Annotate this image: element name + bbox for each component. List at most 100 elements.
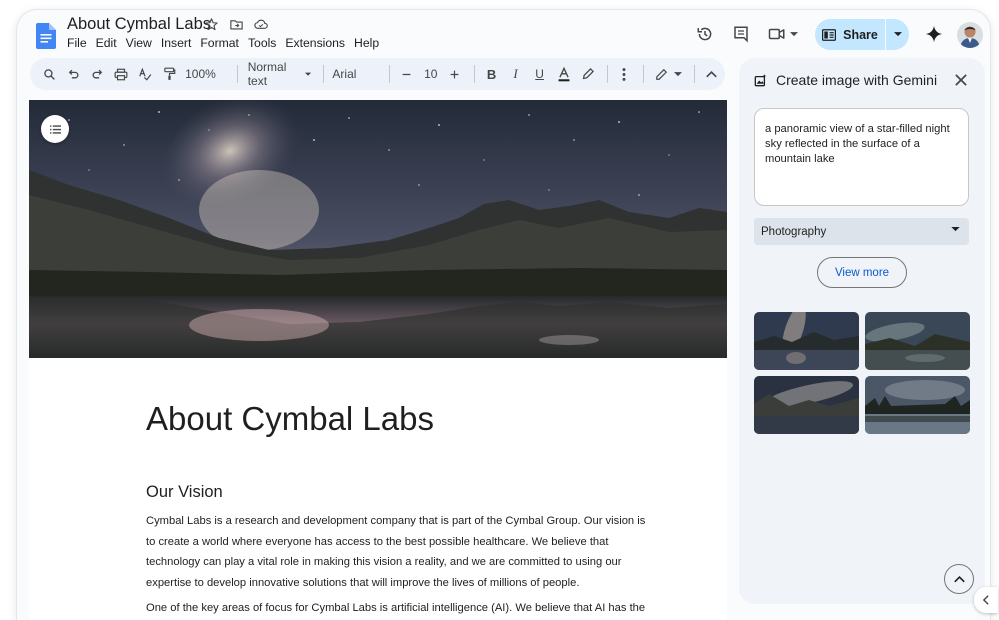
meet-button[interactable] <box>765 21 801 47</box>
paragraph-line: Cymbal Labs is a research and developmen… <box>146 515 646 527</box>
image-prompt-input[interactable]: a panoramic view of a star-filled night … <box>754 108 969 206</box>
paragraph-line: to create a world where everyone has acc… <box>146 535 609 548</box>
editing-mode-button[interactable] <box>650 62 686 86</box>
toolbar-divider <box>643 65 645 83</box>
scroll-to-top-button[interactable] <box>944 564 974 594</box>
italic-button[interactable]: I <box>505 62 527 86</box>
share-label: Share <box>843 27 878 42</box>
menu-tools[interactable]: Tools <box>248 36 281 50</box>
paragraph-style-select[interactable]: Normal text <box>244 60 315 88</box>
document-subheading: Our Vision <box>146 483 223 501</box>
toolbar-divider <box>388 65 390 83</box>
menu-extensions[interactable]: Extensions <box>285 36 350 50</box>
more-options-button[interactable] <box>613 62 635 86</box>
redo-icon <box>92 69 102 79</box>
gemini-button[interactable] <box>922 22 946 46</box>
hero-image[interactable] <box>29 100 727 358</box>
outline-list-icon <box>49 124 61 134</box>
paragraph-line: technology can play a vital role in maki… <box>146 556 622 569</box>
toolbar-divider <box>473 65 475 83</box>
meet-icon <box>768 28 785 40</box>
view-more-button[interactable]: View more <box>817 257 907 288</box>
toolbar-divider <box>606 65 608 83</box>
avatar[interactable] <box>957 22 983 48</box>
generated-image-1[interactable] <box>754 312 859 370</box>
minus-icon <box>402 73 411 75</box>
menu-format[interactable]: Format <box>200 36 244 50</box>
font-value: Arial <box>332 67 357 81</box>
gemini-sparkle-icon <box>925 25 943 43</box>
chevron-down-icon <box>951 227 960 232</box>
panel-header: Create image with Gemini <box>754 72 937 88</box>
print-button[interactable] <box>110 62 132 86</box>
menu-help[interactable]: Help <box>354 36 384 50</box>
generated-image-3[interactable] <box>754 376 859 434</box>
spellcheck-icon <box>139 67 152 81</box>
menu-view[interactable]: View <box>126 36 157 50</box>
toolbar-divider <box>694 65 695 83</box>
star-icon[interactable] <box>203 16 219 32</box>
font-size-input[interactable]: 10 <box>420 62 442 86</box>
text-color-icon <box>558 66 570 81</box>
bold-button[interactable]: B <box>481 62 503 86</box>
zoom-value: 100% <box>185 67 216 81</box>
meet-caret-icon <box>790 31 798 36</box>
chevron-up-icon <box>706 70 718 77</box>
italic-icon: I <box>513 66 518 81</box>
bold-icon: B <box>486 66 497 82</box>
search-menus-button[interactable] <box>38 62 60 86</box>
share-options-button[interactable] <box>886 19 909 50</box>
panel-title: Create image with Gemini <box>776 72 938 88</box>
zoom-select[interactable]: 100% <box>182 62 229 86</box>
increase-font-size-button[interactable] <box>444 62 466 86</box>
paragraph-ai: One of the key areas of focus for Cymbal… <box>146 602 646 614</box>
menu-insert[interactable]: Insert <box>161 36 196 50</box>
font-size-value: 10 <box>424 67 438 81</box>
highlight-color-button[interactable] <box>577 62 599 86</box>
hide-menus-button[interactable] <box>701 62 723 86</box>
generated-image-4[interactable] <box>865 376 970 434</box>
undo-icon <box>68 69 78 79</box>
move-folder-icon[interactable] <box>228 16 244 32</box>
font-select[interactable]: Arial <box>330 62 381 86</box>
document-canvas[interactable]: About Cymbal Labs Our Vision Cymbal Labs… <box>29 100 727 620</box>
chevron-down-icon <box>304 72 312 76</box>
generated-image-2[interactable] <box>865 312 970 370</box>
toolbar-divider <box>236 65 238 83</box>
cloud-saved-icon[interactable] <box>253 16 269 32</box>
chevron-down-icon <box>673 71 682 76</box>
menu-edit[interactable]: Edit <box>96 36 122 50</box>
image-style-value: Photography <box>761 225 827 238</box>
menu-file[interactable]: File <box>67 36 92 50</box>
decrease-font-size-button[interactable] <box>396 62 418 86</box>
highlighter-icon <box>582 68 594 80</box>
comments-icon[interactable] <box>729 22 753 46</box>
image-style-select[interactable]: Photography <box>754 218 969 245</box>
text-color-button[interactable] <box>553 62 575 86</box>
paint-format-button[interactable] <box>158 62 180 86</box>
share-button[interactable]: Share <box>815 19 885 50</box>
plus-icon <box>450 70 459 78</box>
document-heading: About Cymbal Labs <box>146 400 434 437</box>
paragraph-style-value: Normal text <box>247 60 287 88</box>
redo-button[interactable] <box>86 62 108 86</box>
image-sparkle-icon <box>754 73 767 86</box>
document-outline-button[interactable] <box>41 115 69 143</box>
more-vert-icon <box>622 67 626 81</box>
toolbar-divider <box>323 65 324 83</box>
chevron-down-icon <box>893 32 902 37</box>
collapse-panel-button[interactable] <box>974 587 998 613</box>
menu-bar: File Edit View Insert Format Tools Exten… <box>67 36 388 50</box>
document-title[interactable]: About Cymbal Labs <box>67 15 211 34</box>
share-button-group: Share <box>815 19 909 50</box>
spellcheck-button[interactable] <box>134 62 156 86</box>
paint-format-icon <box>163 67 175 80</box>
close-panel-button[interactable] <box>951 70 971 90</box>
underline-icon: U <box>535 67 544 81</box>
version-history-icon[interactable] <box>693 22 717 46</box>
underline-button[interactable]: U <box>529 62 551 86</box>
title-icons <box>203 16 269 32</box>
paragraph-line: expertise to develop innovative solution… <box>146 576 580 589</box>
docs-logo-icon[interactable] <box>36 23 56 49</box>
undo-button[interactable] <box>62 62 84 86</box>
